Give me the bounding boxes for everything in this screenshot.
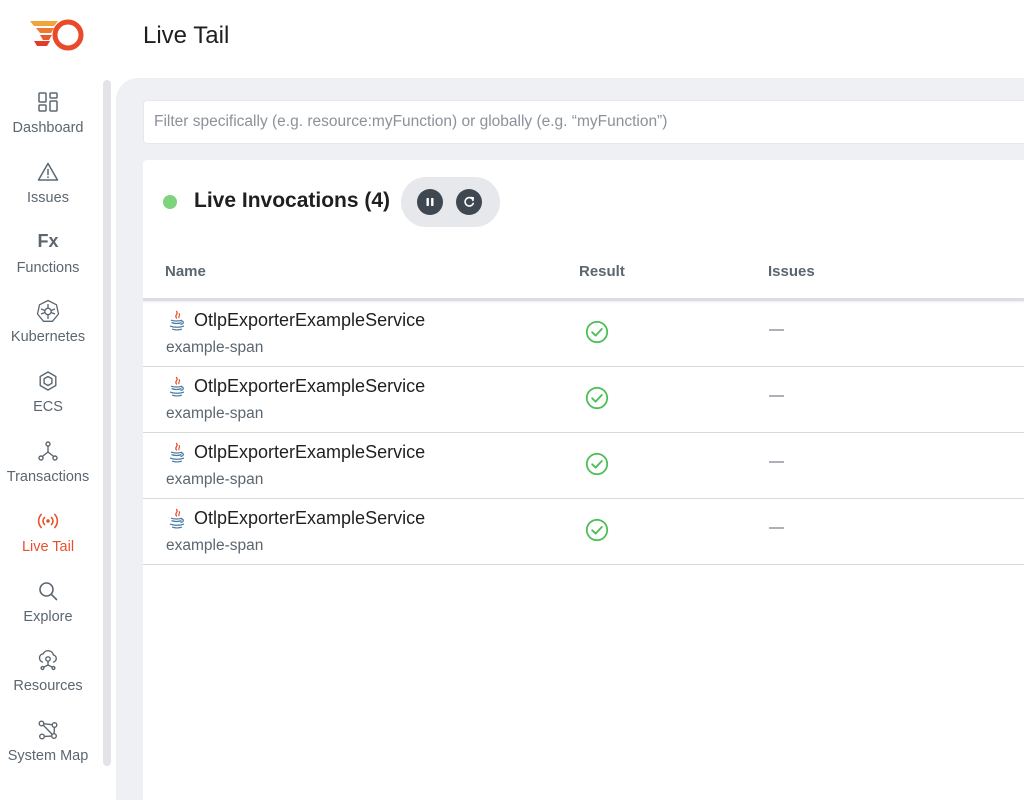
sidebar-item-label: Transactions <box>6 469 90 485</box>
java-icon <box>167 508 187 530</box>
resources-icon <box>36 648 60 672</box>
fx-icon: Fx <box>36 230 60 254</box>
span-name: example-span <box>166 537 264 554</box>
dashboard-icon <box>36 90 60 114</box>
success-check-icon <box>585 452 609 476</box>
filter-bar <box>143 100 1024 144</box>
success-check-icon <box>585 386 609 410</box>
stream-controls <box>401 177 500 227</box>
invocation-row[interactable]: OtlpExporterExampleService example-span — <box>143 367 1024 433</box>
sidebar-item-system-map[interactable]: System Map <box>0 718 96 778</box>
service-name: OtlpExporterExampleService <box>194 508 426 528</box>
sidebar-item-live-tail[interactable]: Live Tail <box>0 509 96 569</box>
success-check-icon <box>585 320 609 344</box>
pause-icon <box>426 198 434 206</box>
sidebar: Dashboard Issues Fx Functions Kubernetes ECS T… <box>0 0 96 800</box>
span-name: example-span <box>166 471 264 488</box>
sidebar-item-label: Explore <box>23 608 73 625</box>
service-name: OtlpExporterExampleService <box>194 310 426 330</box>
issues-value: — <box>769 453 784 470</box>
java-icon <box>167 442 187 464</box>
sidebar-item-transactions[interactable]: Transactions <box>0 439 96 499</box>
sidebar-item-label: Dashboard <box>12 120 84 136</box>
system-map-icon <box>36 718 60 742</box>
invocation-row[interactable]: OtlpExporterExampleService example-span — <box>143 499 1024 565</box>
java-icon <box>167 310 187 332</box>
sidebar-item-label: Issues <box>27 189 69 206</box>
fx-glyph: Fx <box>37 231 59 252</box>
transactions-icon <box>36 439 60 463</box>
column-header-result[interactable]: Result <box>579 263 625 280</box>
invocation-row[interactable]: OtlpExporterExampleService example-span — <box>143 301 1024 367</box>
sidebar-item-explore[interactable]: Explore <box>0 579 96 639</box>
live-invocations-card: Live Invocations (4) Name Result Issues … <box>143 160 1024 800</box>
issues-value: — <box>769 387 784 404</box>
sidebar-item-label: Live Tail <box>21 538 75 555</box>
sidebar-item-ecs[interactable]: ECS <box>0 369 96 429</box>
sidebar-item-label: Kubernetes <box>10 329 86 346</box>
refresh-button[interactable] <box>456 189 482 215</box>
brand-logo[interactable] <box>28 17 88 53</box>
filter-input[interactable] <box>144 101 1024 143</box>
success-check-icon <box>585 518 609 542</box>
sidebar-item-kubernetes[interactable]: Kubernetes <box>0 299 96 359</box>
card-header: Live Invocations (4) <box>143 160 1024 240</box>
live-invocations-title: Live Invocations (4) <box>194 189 391 212</box>
warning-icon <box>36 160 60 184</box>
sidebar-item-label: System Map <box>7 748 89 765</box>
java-icon <box>167 376 187 398</box>
sidebar-item-label: Resources <box>13 678 83 695</box>
ecs-icon <box>36 369 60 393</box>
refresh-icon <box>464 196 474 207</box>
issues-value: — <box>769 519 784 536</box>
sidebar-item-functions[interactable]: Fx Functions <box>0 230 96 290</box>
sidebar-item-issues[interactable]: Issues <box>0 160 96 220</box>
service-name: OtlpExporterExampleService <box>194 376 426 396</box>
service-name: OtlpExporterExampleService <box>194 442 426 462</box>
sidebar-scrollbar[interactable] <box>103 80 111 766</box>
invocation-row[interactable]: OtlpExporterExampleService example-span — <box>143 433 1024 499</box>
sidebar-item-label: ECS <box>33 399 63 416</box>
issues-value: — <box>769 321 784 338</box>
kubernetes-icon <box>36 299 60 323</box>
app-root: Dashboard Issues Fx Functions Kubernetes ECS T… <box>0 0 1024 800</box>
sidebar-item-dashboard[interactable]: Dashboard <box>0 90 96 150</box>
invocation-list: OtlpExporterExampleService example-span — O… <box>143 301 1024 565</box>
column-header-name[interactable]: Name <box>165 263 206 280</box>
page-title: Live Tail <box>143 22 230 49</box>
live-status-dot <box>163 195 177 209</box>
span-name: example-span <box>166 339 264 356</box>
sidebar-item-label: Functions <box>16 259 80 276</box>
sidebar-item-resources[interactable]: Resources <box>0 648 96 708</box>
search-icon <box>36 579 60 603</box>
span-name: example-span <box>166 405 264 422</box>
pause-button[interactable] <box>417 189 443 215</box>
column-header-issues[interactable]: Issues <box>768 263 815 280</box>
live-tail-icon <box>36 509 60 533</box>
